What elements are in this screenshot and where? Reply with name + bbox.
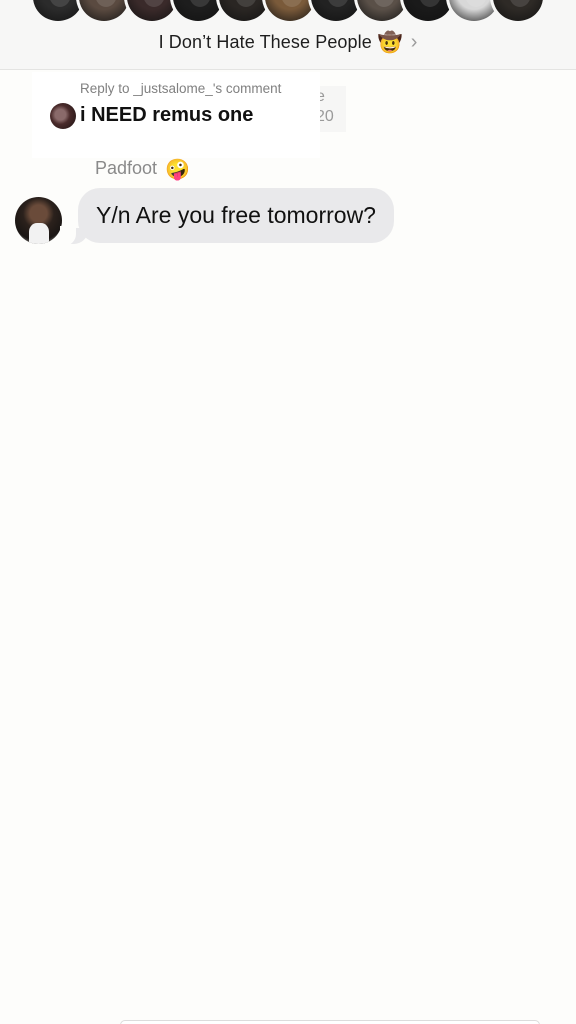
commenter-avatar — [50, 103, 76, 129]
member-avatar — [490, 0, 546, 24]
sender-name: Padfoot — [95, 158, 158, 178]
message-input[interactable] — [120, 1020, 540, 1024]
reply-comment-text: i NEED remus one — [80, 104, 254, 126]
member-avatar — [76, 0, 132, 24]
group-title: I Don’t Hate These People — [158, 31, 372, 52]
zany-face-emoji-icon: 🤪 — [165, 156, 190, 181]
message-text: Y/n Are you free tomorrow? — [96, 202, 376, 228]
reply-comment-card[interactable]: Reply to _justsalome_'s comment i NEED r… — [32, 72, 320, 158]
sender-avatar[interactable] — [15, 197, 62, 244]
message-bubble[interactable]: Y/n Are you free tomorrow? — [78, 188, 394, 243]
reply-label: Reply to _justsalome_'s comment — [80, 81, 282, 96]
chevron-right-icon: › — [410, 30, 418, 53]
group-title-button[interactable]: I Don’t Hate These People 🤠 › — [0, 28, 576, 56]
sender-row: Padfoot 🤪 — [95, 158, 190, 179]
chat-header: I Don’t Hate These People 🤠 › — [0, 0, 576, 70]
group-avatar-row[interactable] — [30, 0, 550, 24]
cowboy-emoji-icon: 🤠 — [377, 30, 403, 54]
